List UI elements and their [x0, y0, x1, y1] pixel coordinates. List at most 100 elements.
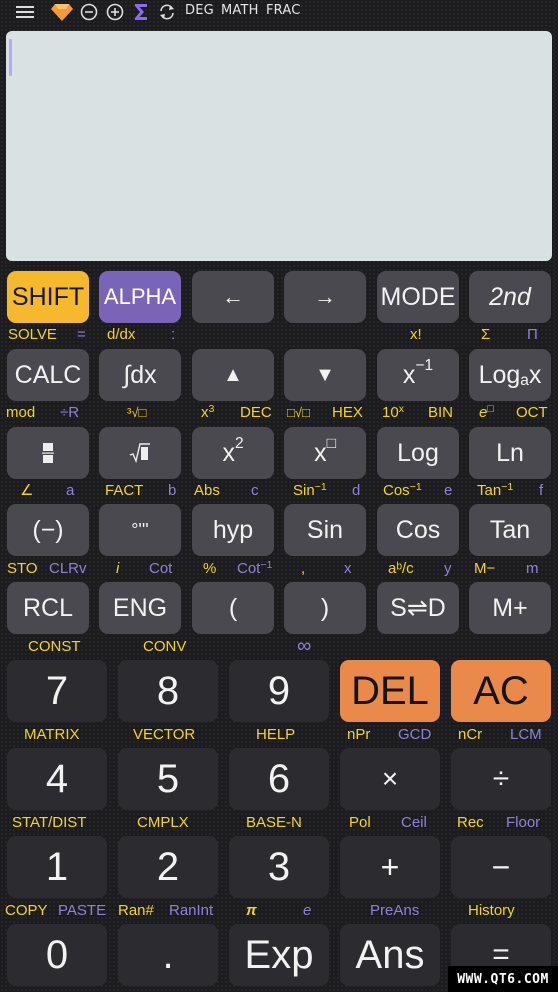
s-to-d-button[interactable]: S⇌D: [377, 582, 459, 634]
degree-minute-second-button[interactable]: °''': [99, 504, 181, 556]
percent-label: %: [203, 560, 217, 577]
digit-8-button[interactable]: 8: [118, 660, 218, 722]
e-exponent: □: [487, 402, 494, 415]
ln-button[interactable]: Ln: [469, 427, 551, 479]
ceil-label: Ceil: [401, 814, 427, 831]
lcm-label: LCM: [510, 726, 542, 743]
digit-4-button[interactable]: 4: [7, 748, 107, 810]
digit-9-button[interactable]: 9: [229, 660, 329, 722]
second-function-button[interactable]: 2nd: [469, 271, 551, 323]
premium-gem-icon[interactable]: [50, 2, 74, 22]
eng-button[interactable]: ENG: [99, 582, 181, 634]
cos-button[interactable]: Cos: [377, 504, 459, 556]
cursor-right-button[interactable]: →: [284, 271, 366, 323]
infinity-label: ∞: [297, 635, 312, 657]
digit-5-button[interactable]: 5: [118, 748, 218, 810]
plus-button[interactable]: +: [340, 836, 440, 898]
gcd-label: GCD: [398, 726, 432, 743]
var-y-label: y: [444, 560, 452, 577]
polar-label: Pol: [349, 814, 371, 831]
tan-button[interactable]: Tan: [469, 504, 551, 556]
digit-7-button[interactable]: 7: [7, 660, 107, 722]
digit-1-button[interactable]: 1: [7, 836, 107, 898]
fraction-button[interactable]: [7, 427, 89, 479]
arccos-exponent: −1: [409, 480, 422, 493]
bin-label: BIN: [428, 404, 454, 421]
digit-0-button[interactable]: 0: [7, 924, 107, 986]
cot-label: Cot: [149, 560, 173, 577]
random-int-label: RanInt: [169, 902, 214, 919]
cube-label: x3: [201, 403, 214, 422]
log-base-button[interactable]: Log a x: [469, 349, 551, 401]
open-paren-button[interactable]: (: [192, 582, 274, 634]
summation-label: Σ: [481, 326, 491, 343]
power-exponent: □: [326, 435, 336, 453]
cube-root-label: ³√□: [127, 405, 147, 420]
cursor-left-button[interactable]: ←: [192, 271, 274, 323]
ten-power-label: 10x: [382, 402, 404, 422]
var-b-label: b: [168, 482, 177, 499]
pi-label: π: [246, 902, 257, 919]
digit-6-button[interactable]: 6: [229, 748, 329, 810]
decimal-point-button[interactable]: .: [118, 924, 218, 986]
var-m-label: m: [526, 560, 539, 577]
menu-icon[interactable]: [14, 2, 36, 22]
cursor-down-button[interactable]: ▼: [284, 349, 366, 401]
answer-button[interactable]: Ans: [340, 924, 440, 986]
power-button[interactable]: x □: [284, 427, 366, 479]
shift-button[interactable]: SHIFT: [7, 271, 89, 323]
divide-button[interactable]: ÷: [451, 748, 551, 810]
zoom-out-icon[interactable]: [79, 2, 99, 22]
help-label: HELP: [256, 726, 296, 743]
memory-minus-label: M−: [474, 560, 496, 577]
status-toolbar: DEG MATH FRAC: [0, 0, 558, 24]
output-mode-indicator[interactable]: FRAC: [266, 3, 301, 18]
square-button[interactable]: x2: [192, 427, 274, 479]
derivative-label: d/dx: [107, 326, 136, 343]
memory-plus-button[interactable]: M+: [469, 582, 551, 634]
exponent-button[interactable]: Exp: [229, 924, 329, 986]
log-base-x: x: [528, 360, 542, 389]
all-clear-button[interactable]: AC: [451, 660, 551, 722]
mode-button[interactable]: MODE: [377, 271, 459, 323]
input-mode-indicator[interactable]: MATH: [221, 3, 259, 18]
angle-mode-indicator[interactable]: DEG: [185, 3, 214, 18]
negative-button[interactable]: (−): [7, 504, 89, 556]
digit-2-button[interactable]: 2: [118, 836, 218, 898]
comma-label: ,: [301, 560, 306, 577]
refresh-icon[interactable]: [157, 2, 177, 22]
euler-label: e: [303, 902, 312, 919]
rcl-button[interactable]: RCL: [7, 582, 89, 634]
paste-label: PASTE: [58, 902, 107, 919]
cmplx-label: CMPLX: [137, 814, 189, 831]
oct-label: OCT: [516, 404, 548, 421]
digit-3-button[interactable]: 3: [229, 836, 329, 898]
watermark: WWW.QT6.COM: [448, 966, 558, 992]
log-button[interactable]: Log: [377, 427, 459, 479]
mixed-fraction-label: aᵇ/c: [388, 560, 414, 577]
ten-exponent: x: [398, 402, 404, 415]
var-a-label: a: [66, 482, 75, 499]
minus-button[interactable]: −: [451, 836, 551, 898]
sigma-icon[interactable]: [132, 2, 150, 22]
history-label: History: [468, 902, 515, 919]
multiply-button[interactable]: ×: [340, 748, 440, 810]
alpha-button[interactable]: ALPHA: [99, 271, 181, 323]
stat-dist-label: STAT/DIST: [12, 814, 87, 831]
reciprocal-button[interactable]: x −1: [377, 349, 459, 401]
sin-button[interactable]: Sin: [284, 504, 366, 556]
calculator-display[interactable]: [6, 31, 552, 261]
integral-button[interactable]: ∫dx: [99, 349, 181, 401]
conv-label: CONV: [143, 638, 187, 655]
hyp-button[interactable]: hyp: [192, 504, 274, 556]
vector-label: VECTOR: [133, 726, 196, 743]
arccot-label: Cot−1: [237, 558, 273, 578]
ten-base: 10: [382, 404, 399, 421]
arccot-exponent: −1: [260, 558, 273, 571]
delete-button[interactable]: DEL: [340, 660, 440, 722]
cursor-up-button[interactable]: ▲: [192, 349, 274, 401]
calc-button[interactable]: CALC: [7, 349, 89, 401]
zoom-in-icon[interactable]: [105, 2, 125, 22]
square-root-button[interactable]: [99, 427, 181, 479]
close-paren-button[interactable]: ): [284, 582, 366, 634]
